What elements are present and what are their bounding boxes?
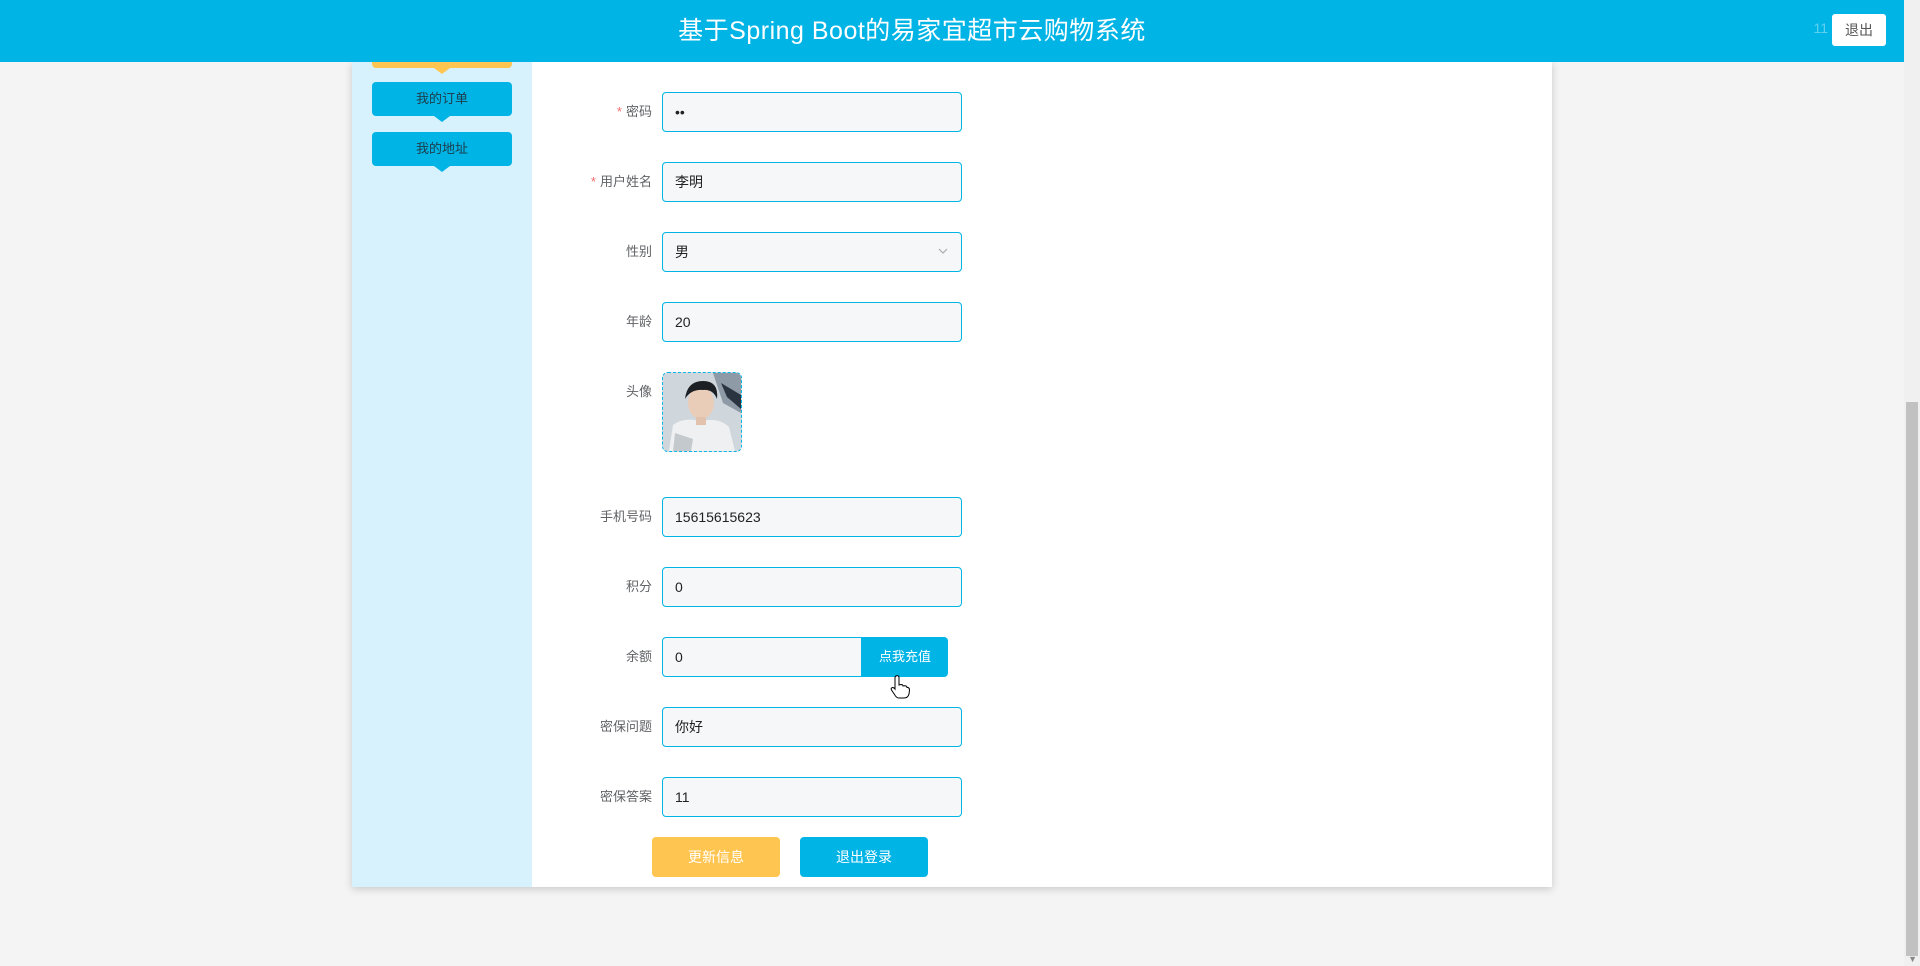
page-scrollbar[interactable]: ▼ bbox=[1904, 0, 1920, 966]
page-title: 基于Spring Boot的易家宜超市云购物系统 bbox=[678, 17, 1146, 45]
logout-button[interactable]: 退出登录 bbox=[800, 837, 928, 877]
scroll-down-arrow-icon[interactable]: ▼ bbox=[1908, 954, 1917, 964]
balance-label: 余额 bbox=[625, 649, 652, 664]
top-bar: 基于Spring Boot的易家宜超市云购物系统 11 退出 bbox=[0, 0, 1904, 62]
sidebar-item-orders[interactable]: 我的订单 bbox=[372, 82, 512, 122]
name-label: 用户姓名 bbox=[599, 174, 652, 189]
update-info-button[interactable]: 更新信息 bbox=[652, 837, 780, 877]
age-input[interactable]: 20 bbox=[662, 302, 962, 342]
password-input[interactable]: •• bbox=[662, 92, 962, 132]
recharge-button[interactable]: 点我充值 bbox=[862, 637, 948, 677]
scrollbar-thumb[interactable] bbox=[1906, 402, 1918, 956]
chevron-down-icon bbox=[937, 233, 949, 286]
points-label: 积分 bbox=[625, 579, 652, 594]
security-question-input[interactable]: 你好 bbox=[662, 707, 962, 747]
security-question-label: 密保问题 bbox=[599, 719, 652, 734]
hand-pointer-icon bbox=[890, 675, 911, 704]
balance-input[interactable]: 0 bbox=[662, 637, 862, 677]
phone-label: 手机号码 bbox=[599, 509, 652, 524]
gender-select[interactable]: 男 bbox=[662, 232, 962, 272]
top-logout-button[interactable]: 退出 bbox=[1832, 14, 1886, 46]
required-mark: * bbox=[590, 174, 596, 189]
username-label: 11 bbox=[1813, 20, 1828, 36]
points-input[interactable]: 0 bbox=[662, 567, 962, 607]
gender-value: 男 bbox=[675, 244, 689, 260]
profile-form: * 密码 •• * 用户姓名 李明 性别 男 年龄 20 头像 手机号码 156… bbox=[532, 62, 1552, 887]
sidebar-item-addresses[interactable]: 我的地址 bbox=[372, 132, 512, 172]
password-label: 密码 bbox=[625, 104, 652, 119]
profile-card: 我的订单 我的地址 * 密码 •• * 用户姓名 李明 性别 男 年龄 20 头像 bbox=[352, 56, 1552, 887]
avatar-upload[interactable] bbox=[662, 372, 742, 452]
age-label: 年龄 bbox=[625, 314, 652, 329]
gender-label: 性别 bbox=[625, 244, 652, 259]
security-answer-label: 密保答案 bbox=[599, 789, 652, 804]
security-answer-input[interactable]: 11 bbox=[662, 777, 962, 817]
avatar-label: 头像 bbox=[625, 384, 652, 399]
phone-input[interactable]: 15615615623 bbox=[662, 497, 962, 537]
required-mark: * bbox=[616, 104, 622, 119]
name-input[interactable]: 李明 bbox=[662, 162, 962, 202]
avatar-image bbox=[663, 373, 741, 451]
sidebar: 我的订单 我的地址 bbox=[352, 56, 532, 887]
